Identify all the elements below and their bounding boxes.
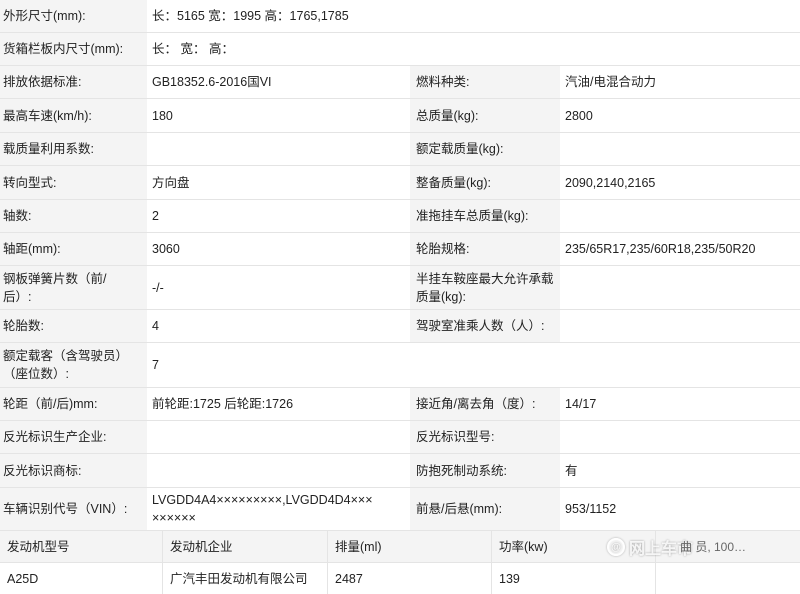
speed-value: 180 [147, 99, 410, 132]
vin-value-line1: LVGDD4A4×××××××××,LVGDD4D4××× [152, 493, 373, 507]
tire-spec-value: 235/65R17,235/60R18,235/50R20 [560, 233, 800, 265]
dimensions-value: 长：5165 宽：1995 高：1765,1785 [147, 0, 800, 32]
vin-value: LVGDD4A4×××××××××,LVGDD4D4××× ×××××× [147, 488, 410, 530]
engine-power-cell: 139 [492, 563, 656, 594]
reflect-maker-value [147, 421, 410, 453]
seats-label-line2: （座位数）: [3, 367, 69, 381]
total-mass-label: 总质量(kg): [410, 99, 560, 132]
total-mass-value: 2800 [560, 99, 800, 132]
reflect-brand-label: 反光标识商标: [0, 454, 147, 487]
saddle-load-label: 半挂车鞍座最大允许承载 质量(kg): [410, 266, 560, 309]
spec-row-speed: 最高车速(km/h): 180 总质量(kg): 2800 [0, 99, 800, 133]
track-value: 前轮距:1725 后轮距:1726 [147, 388, 410, 420]
saddle-load-label-line1: 半挂车鞍座最大允许承载 [416, 271, 554, 286]
vin-label: 车辆识别代号（VIN）: [0, 488, 147, 530]
axles-label: 轴数: [0, 200, 147, 232]
cab-capacity-value [560, 310, 800, 342]
emission-value: GB18352.6-2016国VI [147, 66, 410, 98]
reflect-model-value [560, 421, 800, 453]
angles-value: 14/17 [560, 388, 800, 420]
steering-label: 转向型式: [0, 166, 147, 199]
spec-row-emission: 排放依据标准: GB18352.6-2016国VI 燃料种类: 汽油/电混合动力 [0, 66, 800, 99]
reflect-maker-label: 反光标识生产企业: [0, 421, 147, 453]
cargo-label: 货箱栏板内尺寸(mm): [0, 33, 147, 65]
tire-count-value: 4 [147, 310, 410, 342]
load-util-value [147, 133, 410, 165]
engine-header-model: 发动机型号 [0, 531, 163, 562]
vin-value-line2: ×××××× [152, 511, 196, 525]
spec-row-dimensions: 外形尺寸(mm): 长：5165 宽：1995 高：1765,1785 [0, 0, 800, 33]
trailer-mass-label: 准拖挂车总质量(kg): [410, 200, 560, 232]
fuel-label: 燃料种类: [410, 66, 560, 98]
wheelbase-label: 轴距(mm): [0, 233, 147, 265]
overhang-label: 前悬/后悬(mm): [410, 488, 560, 530]
emission-label: 排放依据标准: [0, 66, 147, 98]
watermark-occluded-text: 曲 员, 100… [680, 540, 747, 554]
spec-row-cargo: 货箱栏板内尺寸(mm): 长： 宽： 高： [0, 33, 800, 66]
overhang-value: 953/1152 [560, 488, 800, 530]
dimensions-label: 外形尺寸(mm): [0, 0, 147, 32]
reflect-model-label: 反光标识型号: [410, 421, 560, 453]
steering-value: 方向盘 [147, 166, 410, 199]
fuel-value: 汽油/电混合动力 [560, 66, 800, 98]
load-util-label: 载质量利用系数: [0, 133, 147, 165]
spec-row-tires: 轮胎数: 4 驾驶室准乘人数（人）: [0, 310, 800, 343]
spec-row-reflect-maker: 反光标识生产企业: 反光标识型号: [0, 421, 800, 454]
speed-label: 最高车速(km/h): [0, 99, 147, 132]
engine-displacement-cell: 2487 [328, 563, 492, 594]
spec-row-wheelbase: 轴距(mm): 3060 轮胎规格: 235/65R17,235/60R18,2… [0, 233, 800, 266]
engine-header-displacement: 排量(ml) [328, 531, 492, 562]
cab-capacity-label: 驾驶室准乘人数（人）: [410, 310, 560, 342]
at-circle-icon: @ [607, 538, 625, 556]
reflect-brand-value [147, 454, 410, 487]
spec-row-load-util: 载质量利用系数: 额定载质量(kg): [0, 133, 800, 166]
track-label: 轮距（前/后)mm: [0, 388, 147, 420]
trailer-mass-value [560, 200, 800, 232]
tire-count-label: 轮胎数: [0, 310, 147, 342]
seats-label: 额定载客（含驾驶员） （座位数）: [0, 343, 147, 387]
springs-label-line1: 钢板弹簧片数（前/ [3, 271, 107, 286]
springs-value: -/- [147, 266, 410, 309]
axles-value: 2 [147, 200, 410, 232]
abs-label: 防抱死制动系统: [410, 454, 560, 487]
curb-weight-value: 2090,2140,2165 [560, 166, 800, 199]
seats-label-line1: 额定载客（含驾驶员） [3, 349, 129, 363]
spec-row-track: 轮距（前/后)mm: 前轮距:1725 后轮距:1726 接近角/离去角（度）:… [0, 388, 800, 421]
engine-extra-cell [656, 563, 800, 594]
spec-row-steering: 转向型式: 方向盘 整备质量(kg): 2090,2140,2165 [0, 166, 800, 200]
rated-load-value [560, 133, 800, 165]
spec-row-reflect-brand: 反光标识商标: 防抱死制动系统: 有 [0, 454, 800, 488]
engine-model-cell: A25D [0, 563, 163, 594]
engine-maker-cell: 广汽丰田发动机有限公司 [163, 563, 328, 594]
springs-label-line2: 后）: [3, 289, 32, 304]
rated-load-label: 额定载质量(kg): [410, 133, 560, 165]
saddle-load-value [560, 266, 800, 309]
spec-row-axles: 轴数: 2 准拖挂车总质量(kg): [0, 200, 800, 233]
springs-label: 钢板弹簧片数（前/ 后）: [0, 266, 147, 309]
tire-spec-label: 轮胎规格: [410, 233, 560, 265]
engine-table-row: A25D 广汽丰田发动机有限公司 2487 139 [0, 563, 800, 594]
abs-value: 有 [560, 454, 800, 487]
curb-weight-label: 整备质量(kg): [410, 166, 560, 199]
spec-row-seats: 额定载客（含驾驶员） （座位数）: 7 [0, 343, 800, 388]
cargo-value: 长： 宽： 高： [147, 33, 800, 65]
saddle-load-label-line2: 质量(kg): [416, 289, 467, 304]
spec-row-vin: 车辆识别代号（VIN）: LVGDD4A4×××××××××,LVGDD4D4×… [0, 488, 800, 531]
engine-header-maker: 发动机企业 [163, 531, 328, 562]
seats-value: 7 [147, 343, 800, 387]
spec-row-springs: 钢板弹簧片数（前/ 后）: -/- 半挂车鞍座最大允许承载 质量(kg): [0, 266, 800, 310]
angles-label: 接近角/离去角（度）: [410, 388, 560, 420]
wheelbase-value: 3060 [147, 233, 410, 265]
